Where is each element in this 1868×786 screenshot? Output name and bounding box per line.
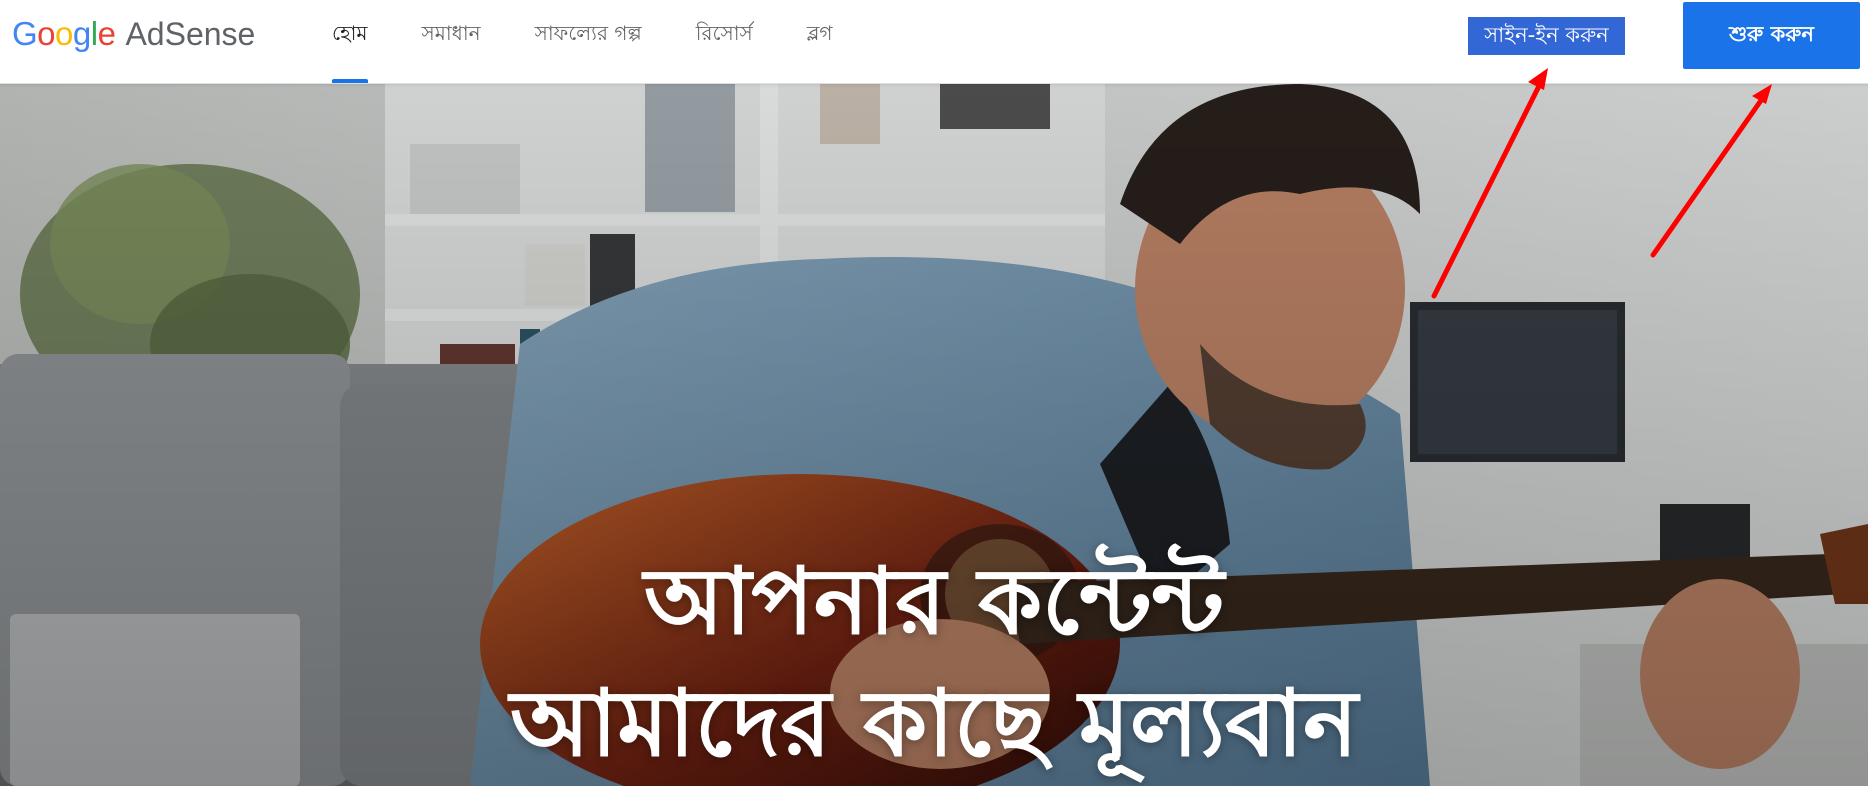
nav-item-label: সমাধান [421, 20, 481, 45]
nav-item-label: ব্লগ [806, 20, 833, 45]
hero-headline-line-2: আমাদের কাছে মূল্যবান [510, 669, 1358, 777]
logo-letter: g [72, 15, 91, 52]
hero-headline-line-1: আপনার কন্টেন্ট [643, 547, 1225, 655]
top-header: Google AdSense হোম সমাধান সাফল্যের গল্প … [0, 0, 1868, 84]
nav-item-blog[interactable]: ব্লগ [807, 0, 833, 70]
nav-item-solutions[interactable]: সমাধান [422, 0, 481, 70]
get-started-button[interactable]: শুরু করুন [1683, 2, 1860, 69]
nav-item-label: সাফল্যের গল্প [534, 20, 642, 45]
logo-letter: e [97, 15, 116, 52]
nav-item-home[interactable]: হোম [332, 0, 368, 83]
hero-headline: আপনার কন্টেন্ট আমাদের কাছে মূল্যবান [0, 541, 1868, 785]
adsense-home-page: Google AdSense হোম সমাধান সাফল্যের গল্প … [0, 0, 1868, 786]
get-started-label: শুরু করুন [1729, 22, 1814, 46]
google-adsense-logo[interactable]: Google AdSense [12, 15, 255, 57]
nav-item-label: রিসোর্স [695, 20, 753, 45]
logo-letter: o [55, 15, 73, 52]
logo-letter: G [12, 15, 38, 52]
nav-item-label: হোম [332, 20, 368, 45]
adsense-wordmark: AdSense [125, 16, 256, 52]
hero-section: আপনার কন্টেন্ট আমাদের কাছে মূল্যবান [0, 84, 1868, 786]
nav-item-success-stories[interactable]: সাফল্যের গল্প [535, 0, 642, 70]
sign-in-link[interactable]: সাইন-ইন করুন [1468, 17, 1625, 55]
main-nav: হোম সমাধান সাফল্যের গল্প রিসোর্স ব্লগ [332, 0, 887, 83]
logo-letter: o [37, 15, 56, 52]
logo-letter: l [90, 15, 98, 52]
nav-item-resources[interactable]: রিসোর্স [696, 0, 753, 70]
sign-in-label: সাইন-ইন করুন [1484, 22, 1609, 47]
google-wordmark: Google [12, 15, 116, 53]
